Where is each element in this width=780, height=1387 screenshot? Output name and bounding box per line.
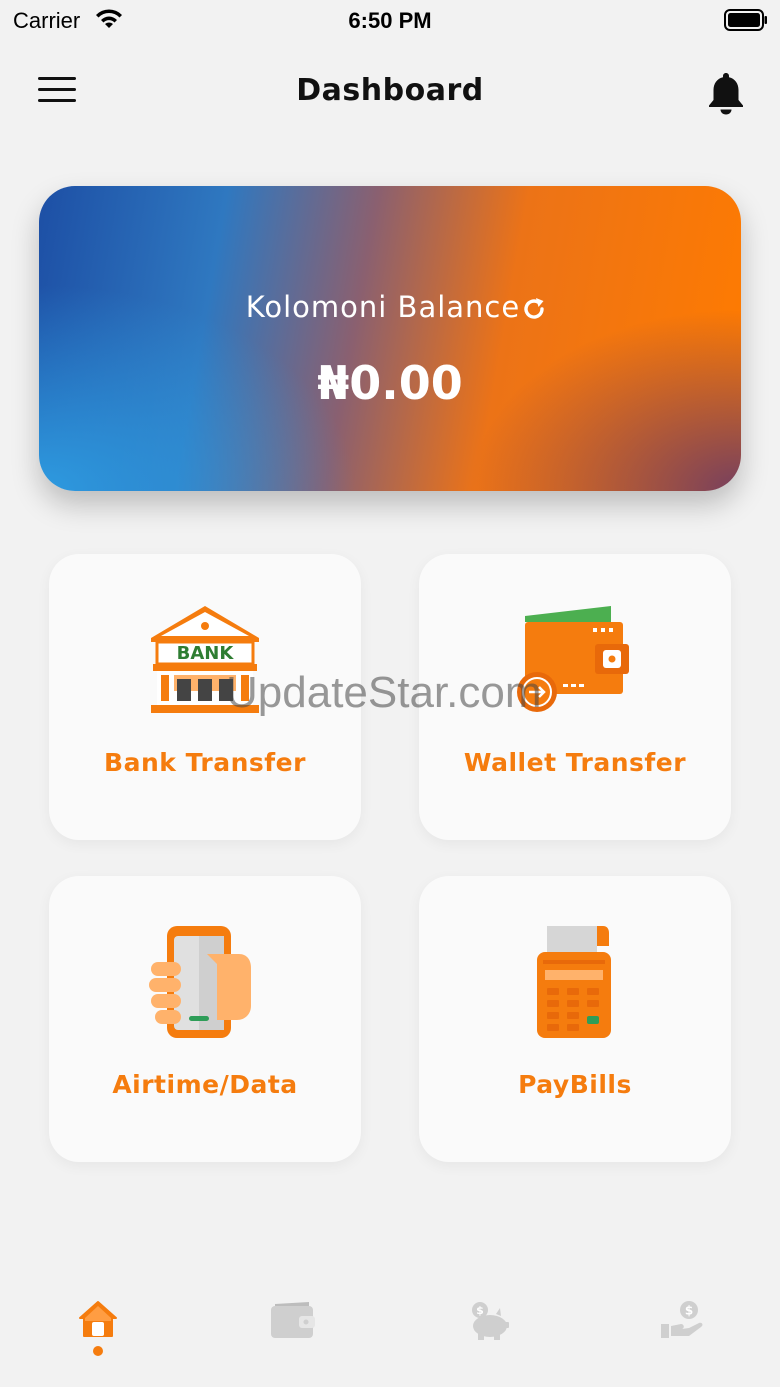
balance-card: Kolomoni Balance ₦0.00 xyxy=(39,186,741,491)
home-icon xyxy=(79,1301,117,1337)
nav-loans[interactable]: $ xyxy=(652,1300,712,1370)
nav-wallet[interactable] xyxy=(262,1300,322,1370)
bank-sign-text: BANK xyxy=(177,643,235,664)
wallet-icon xyxy=(271,1302,315,1338)
nav-home[interactable] xyxy=(68,1300,128,1370)
balance-label: Kolomoni Balance xyxy=(245,290,521,324)
status-time: 6:50 PM xyxy=(348,8,432,33)
notification-bell-icon[interactable] xyxy=(706,71,746,115)
bottom-nav: $ $ xyxy=(0,1290,780,1380)
refresh-icon[interactable] xyxy=(521,296,547,322)
phone-icon xyxy=(149,926,251,1038)
airtime-data-label: Airtime/Data xyxy=(112,1070,298,1099)
piggy-bank-icon: $ xyxy=(472,1302,509,1340)
header: Dashboard xyxy=(0,55,780,127)
bank-transfer-label: Bank Transfer xyxy=(104,748,306,777)
bank-transfer-tile[interactable]: BANK Bank Transfer xyxy=(49,554,361,840)
nav-savings[interactable]: $ xyxy=(458,1300,518,1370)
wallet-icon xyxy=(517,606,629,712)
paybills-tile[interactable]: PayBills xyxy=(419,876,731,1162)
airtime-data-tile[interactable]: Airtime/Data xyxy=(49,876,361,1162)
balance-amount: ₦0.00 xyxy=(317,356,463,410)
svg-text:$: $ xyxy=(685,1304,693,1318)
battery-icon xyxy=(724,9,767,31)
svg-text:$: $ xyxy=(476,1304,484,1317)
wallet-transfer-tile[interactable]: Wallet Transfer xyxy=(419,554,731,840)
wallet-transfer-label: Wallet Transfer xyxy=(463,748,687,777)
page-title: Dashboard xyxy=(296,73,484,108)
active-indicator-dot xyxy=(93,1346,103,1356)
pos-terminal-icon xyxy=(537,926,611,1038)
paybills-label: PayBills xyxy=(518,1070,632,1099)
hand-coin-icon: $ xyxy=(661,1301,703,1338)
bank-icon: BANK xyxy=(151,606,259,713)
status-bar: Carrier 6:50 PM xyxy=(0,0,780,40)
